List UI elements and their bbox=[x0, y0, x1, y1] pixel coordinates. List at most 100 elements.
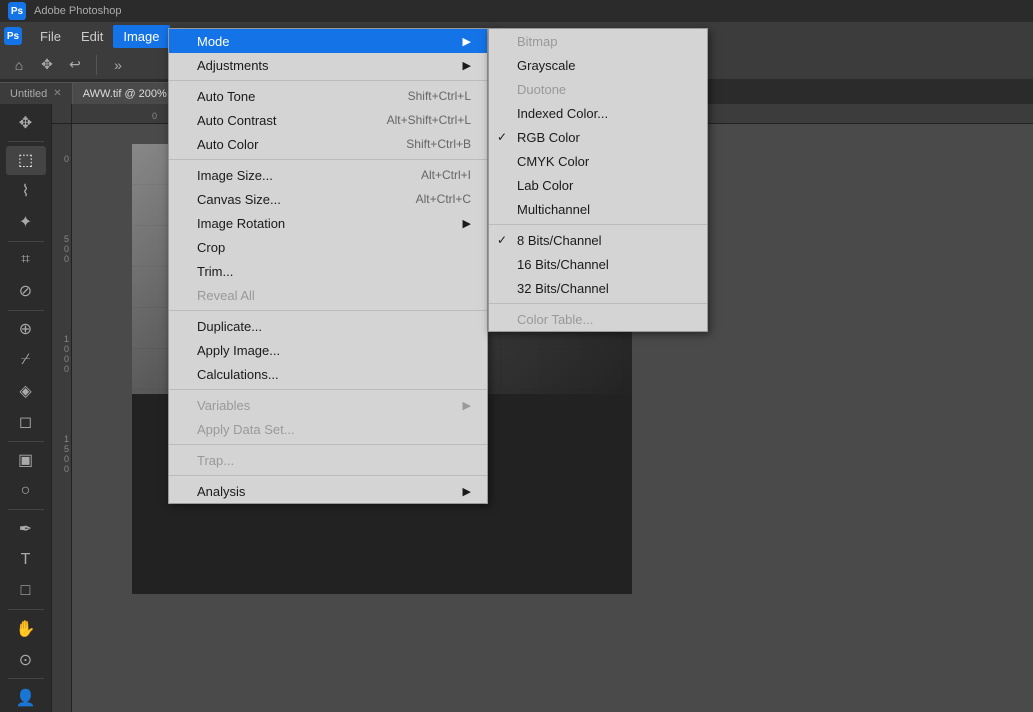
ps-logo-icon: Ps bbox=[8, 2, 26, 20]
toolbar: ✥ ⬚ ⌇ ✦ ⌗ ⊘ ⊕ ⌿ ◈ ◻ ▣ ○ ✒ T □ ✋ ⊙ 👤 bbox=[0, 104, 52, 712]
mode-cmyk-label: CMYK Color bbox=[517, 154, 589, 169]
menu-reveal-all: Reveal All bbox=[169, 283, 487, 307]
menu-mode-arrow: ▶ bbox=[463, 35, 471, 48]
ruler-mark-0: 0 bbox=[152, 111, 157, 121]
menu-item-image[interactable]: Image bbox=[113, 25, 169, 48]
menu-duplicate[interactable]: Duplicate... bbox=[169, 314, 487, 338]
menu-image-size-shortcut: Alt+Ctrl+I bbox=[401, 168, 471, 182]
menu-adjustments[interactable]: Adjustments ▶ bbox=[169, 53, 487, 77]
move-icon[interactable]: ✥ bbox=[36, 54, 58, 76]
tool-eyedropper[interactable]: ⊘ bbox=[6, 277, 46, 306]
menu-variables-label: Variables bbox=[197, 398, 250, 413]
mode-16-bits[interactable]: 16 Bits/Channel bbox=[489, 252, 707, 276]
menu-canvas-size-label: Canvas Size... bbox=[197, 192, 281, 207]
image-menu-dropdown: Mode ▶ Adjustments ▶ Auto Tone Shift+Ctr… bbox=[168, 28, 488, 504]
menu-apply-image[interactable]: Apply Image... bbox=[169, 338, 487, 362]
mode-multichannel[interactable]: Multichannel bbox=[489, 197, 707, 221]
tool-clone[interactable]: ◈ bbox=[6, 377, 46, 406]
mode-grayscale-label: Grayscale bbox=[517, 58, 576, 73]
tool-crop[interactable]: ⌗ bbox=[6, 246, 46, 275]
tool-magic-wand[interactable]: ✦ bbox=[6, 208, 46, 237]
menu-divider-4 bbox=[169, 389, 487, 390]
mode-rgb-color[interactable]: ✓ RGB Color bbox=[489, 125, 707, 149]
tab-untitled[interactable]: Untitled ✕ bbox=[0, 82, 73, 104]
options-more[interactable]: » bbox=[107, 54, 129, 76]
tab-untitled-close[interactable]: ✕ bbox=[53, 88, 61, 99]
mode-8bits-label: 8 Bits/Channel bbox=[517, 233, 602, 248]
tool-shape[interactable]: □ bbox=[6, 576, 46, 605]
menu-apply-data-set-label: Apply Data Set... bbox=[197, 422, 295, 437]
tool-brush[interactable]: ⌿ bbox=[6, 346, 46, 375]
tool-divider-7 bbox=[8, 678, 44, 679]
ruler-left-mark-1500: 1500 bbox=[64, 434, 69, 474]
tab-untitled-label: Untitled bbox=[10, 88, 47, 100]
mode-grayscale[interactable]: Grayscale bbox=[489, 53, 707, 77]
mode-cmyk-color[interactable]: CMYK Color bbox=[489, 149, 707, 173]
menu-auto-color[interactable]: Auto Color Shift+Ctrl+B bbox=[169, 132, 487, 156]
arrow-icon[interactable]: ↩ bbox=[64, 54, 86, 76]
menu-trap-label: Trap... bbox=[197, 453, 234, 468]
mode-indexed-color-label: Indexed Color... bbox=[517, 106, 608, 121]
mode-8-bits[interactable]: ✓ 8 Bits/Channel bbox=[489, 228, 707, 252]
menu-image-size-label: Image Size... bbox=[197, 168, 273, 183]
menu-auto-tone-shortcut: Shift+Ctrl+L bbox=[388, 89, 471, 103]
title-bar: Ps Adobe Photoshop bbox=[0, 0, 1033, 22]
menu-item-edit[interactable]: Edit bbox=[71, 25, 113, 48]
menu-image-rotation-label: Image Rotation bbox=[197, 216, 285, 231]
options-divider bbox=[96, 55, 97, 75]
menu-auto-tone[interactable]: Auto Tone Shift+Ctrl+L bbox=[169, 84, 487, 108]
tool-divider-1 bbox=[8, 141, 44, 142]
mode-bitmap: Bitmap bbox=[489, 29, 707, 53]
tool-gradient[interactable]: ▣ bbox=[6, 445, 46, 474]
mode-bitmap-label: Bitmap bbox=[517, 34, 557, 49]
mode-color-table-label: Color Table... bbox=[517, 312, 593, 327]
tool-move[interactable]: ✥ bbox=[6, 108, 46, 137]
menu-apply-data-set: Apply Data Set... bbox=[169, 417, 487, 441]
tool-select-rect[interactable]: ⬚ bbox=[6, 146, 46, 175]
mode-rgb-checkmark: ✓ bbox=[497, 130, 507, 144]
mode-lab-label: Lab Color bbox=[517, 178, 573, 193]
menu-divider-6 bbox=[169, 475, 487, 476]
home-icon[interactable]: ⌂ bbox=[8, 54, 30, 76]
menu-trim[interactable]: Trim... bbox=[169, 259, 487, 283]
mode-rgb-label: RGB Color bbox=[517, 130, 580, 145]
tool-healing[interactable]: ⊕ bbox=[6, 315, 46, 344]
menu-divider-5 bbox=[169, 444, 487, 445]
tool-zoom[interactable]: ⊙ bbox=[6, 645, 46, 674]
tool-type[interactable]: T bbox=[6, 545, 46, 574]
mode-color-table: Color Table... bbox=[489, 307, 707, 331]
mode-menu: Bitmap Grayscale Duotone Indexed Color..… bbox=[488, 28, 708, 332]
menu-trap: Trap... bbox=[169, 448, 487, 472]
image-menu: Mode ▶ Adjustments ▶ Auto Tone Shift+Ctr… bbox=[168, 28, 488, 504]
tool-divider-3 bbox=[8, 310, 44, 311]
menu-adjustments-label: Adjustments bbox=[197, 58, 269, 73]
menu-auto-color-label: Auto Color bbox=[197, 137, 258, 152]
menu-divider-3 bbox=[169, 310, 487, 311]
menu-image-rotation[interactable]: Image Rotation ▶ bbox=[169, 211, 487, 235]
menu-analysis[interactable]: Analysis ▶ bbox=[169, 479, 487, 503]
menu-item-file[interactable]: File bbox=[30, 25, 71, 48]
tool-dodge[interactable]: ○ bbox=[6, 476, 46, 505]
tool-pen[interactable]: ✒ bbox=[6, 514, 46, 543]
menu-image-size[interactable]: Image Size... Alt+Ctrl+I bbox=[169, 163, 487, 187]
menu-divider-2 bbox=[169, 159, 487, 160]
mode-32-bits[interactable]: 32 Bits/Channel bbox=[489, 276, 707, 300]
menu-auto-contrast[interactable]: Auto Contrast Alt+Shift+Ctrl+L bbox=[169, 108, 487, 132]
menu-canvas-size-shortcut: Alt+Ctrl+C bbox=[396, 192, 471, 206]
mode-duotone: Duotone bbox=[489, 77, 707, 101]
menu-variables: Variables ▶ bbox=[169, 393, 487, 417]
tool-lasso[interactable]: ⌇ bbox=[6, 177, 46, 206]
tool-person[interactable]: 👤 bbox=[6, 683, 46, 712]
menu-reveal-all-label: Reveal All bbox=[197, 288, 255, 303]
ruler-left-mark-1000: 1000 bbox=[64, 334, 69, 374]
menu-crop[interactable]: Crop bbox=[169, 235, 487, 259]
mode-lab-color[interactable]: Lab Color bbox=[489, 173, 707, 197]
mode-divider-1 bbox=[489, 224, 707, 225]
tool-eraser[interactable]: ◻ bbox=[6, 408, 46, 437]
mode-indexed-color[interactable]: Indexed Color... bbox=[489, 101, 707, 125]
menu-adjustments-arrow: ▶ bbox=[463, 59, 471, 72]
tool-hand[interactable]: ✋ bbox=[6, 614, 46, 643]
menu-canvas-size[interactable]: Canvas Size... Alt+Ctrl+C bbox=[169, 187, 487, 211]
menu-calculations[interactable]: Calculations... bbox=[169, 362, 487, 386]
menu-mode[interactable]: Mode ▶ bbox=[169, 29, 487, 53]
